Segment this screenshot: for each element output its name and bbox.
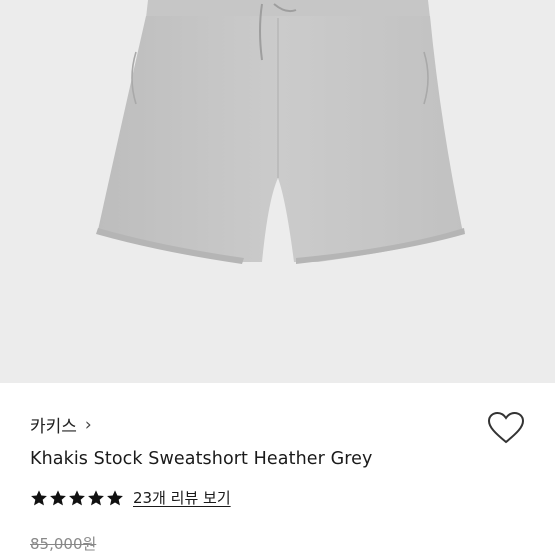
- shorts-waistband: [146, 0, 430, 18]
- reviews-link[interactable]: 23개 리뷰 보기: [133, 487, 231, 508]
- sweatshort-photo: [96, 0, 465, 264]
- brand-name: 카키스: [30, 417, 77, 437]
- star-icon: [69, 489, 85, 505]
- original-price: 85,000원: [30, 535, 97, 553]
- product-image[interactable]: [0, 0, 555, 383]
- star-icon: [107, 489, 123, 505]
- star-icon: [31, 489, 47, 505]
- star-rating: [30, 489, 124, 507]
- shorts-body: [98, 16, 465, 262]
- product-title: Khakis Stock Sweatshort Heather Grey: [30, 449, 373, 469]
- product-info-panel: 카키스 › Khakis Stock Sweatshort Heather Gr…: [0, 383, 555, 555]
- rating-row: 23개 리뷰 보기: [30, 487, 231, 508]
- star-icon: [88, 489, 104, 505]
- brand-link[interactable]: 카키스 ›: [30, 412, 92, 438]
- chevron-right-icon: ›: [84, 414, 92, 435]
- heart-outline-icon[interactable]: [487, 411, 525, 445]
- star-icon: [50, 489, 66, 505]
